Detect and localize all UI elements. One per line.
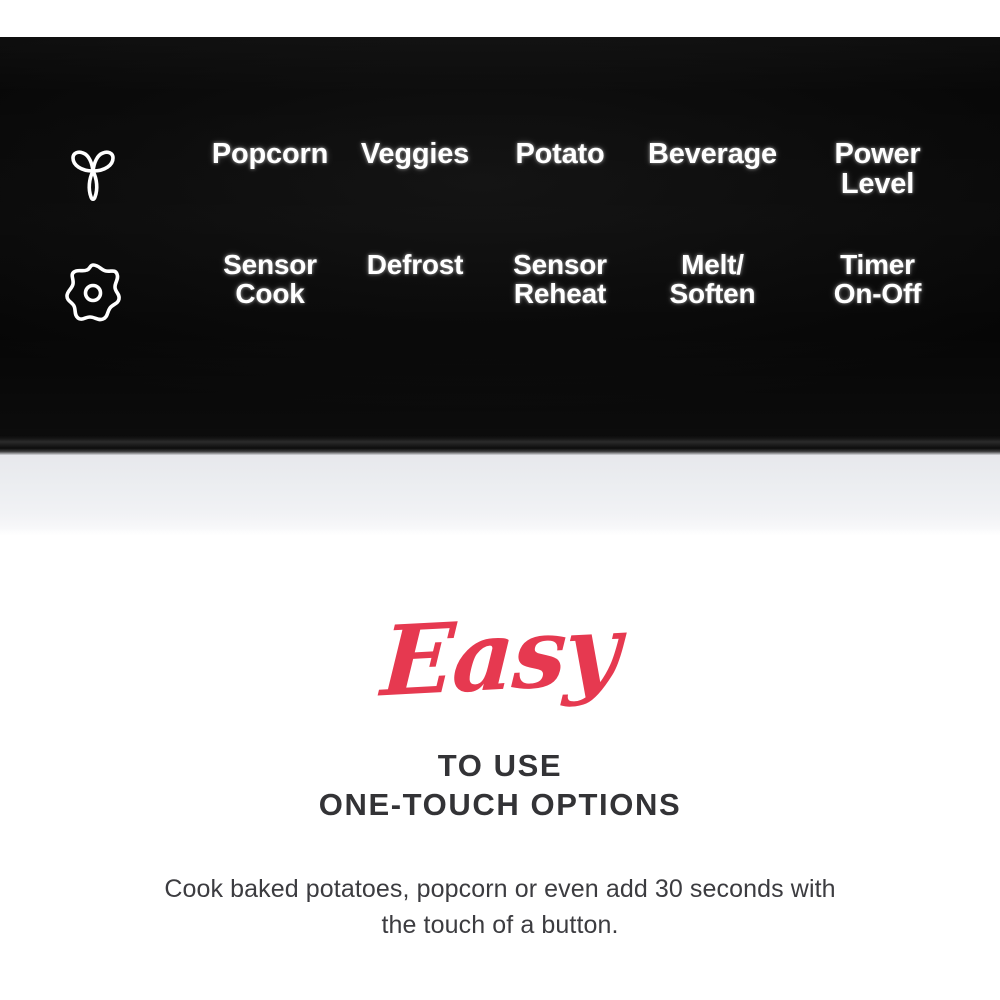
top-white-margin [0, 0, 1000, 37]
button-veggies[interactable]: Veggies [345, 139, 485, 170]
panel-icon-column [63, 103, 133, 333]
button-melt-soften[interactable]: Melt/ Soften [635, 250, 790, 308]
panel-button-row-1: Popcorn Veggies Potato Beverage Power Le… [195, 139, 965, 224]
promo-body-text: Cook baked potatoes, popcorn or even add… [164, 875, 836, 939]
gear-icon[interactable] [63, 263, 123, 323]
button-power-level[interactable]: Power Level [790, 139, 965, 199]
button-sensor-cook[interactable]: Sensor Cook [195, 250, 345, 308]
appliance-door-band [0, 455, 1000, 536]
promo-script-word: Easy [378, 592, 622, 719]
button-sensor-reheat[interactable]: Sensor Reheat [485, 250, 635, 308]
microwave-control-panel: Popcorn Veggies Potato Beverage Power Le… [0, 37, 1000, 435]
promo-section: Easy TO USE ONE-TOUCH OPTIONS Cook baked… [0, 536, 1000, 1000]
promo-heading-line-2: ONE-TOUCH OPTIONS [318, 787, 682, 823]
button-beverage[interactable]: Beverage [635, 139, 790, 170]
product-feature-graphic: Popcorn Veggies Potato Beverage Power Le… [0, 0, 1000, 1000]
promo-heading: TO USE ONE-TOUCH OPTIONS [0, 746, 1000, 824]
promo-heading-line-1: TO USE [437, 748, 563, 783]
panel-button-row-2: Sensor Cook Defrost Sensor Reheat Melt/ … [195, 250, 965, 335]
sprout-icon[interactable] [63, 141, 123, 201]
panel-bottom-bevel [0, 435, 1000, 455]
panel-label-grid: Popcorn Veggies Potato Beverage Power Le… [195, 103, 965, 333]
button-popcorn[interactable]: Popcorn [195, 139, 345, 170]
button-potato[interactable]: Potato [485, 139, 635, 170]
button-timer-on-off[interactable]: Timer On-Off [790, 250, 965, 308]
button-defrost[interactable]: Defrost [345, 250, 485, 280]
